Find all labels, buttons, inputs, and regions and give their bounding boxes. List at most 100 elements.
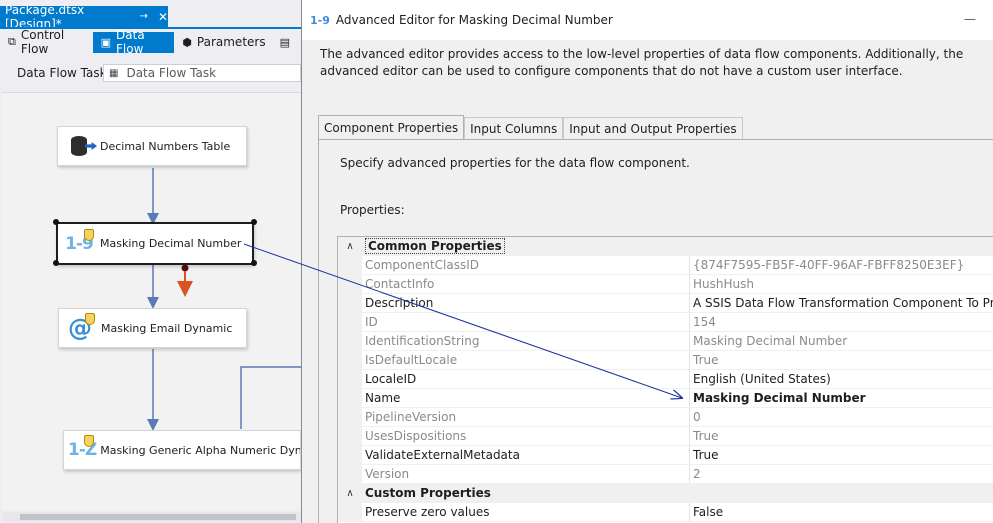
properties-label: Properties: — [340, 203, 405, 217]
row-gutter — [338, 503, 362, 522]
dialog-title: Advanced Editor for Masking Decimal Numb… — [335, 13, 613, 27]
property-name: ValidateExternalMetadata — [362, 446, 690, 465]
property-value[interactable]: {874F7595-FB5F-40FF-96AF-FBFF8250E3EF} — [690, 256, 993, 275]
category-custom-properties[interactable]: ∧ Custom Properties — [338, 484, 993, 503]
node-decimal-numbers-table[interactable]: Decimal Numbers Table — [57, 126, 247, 166]
database-source-icon — [62, 131, 96, 161]
tab-component-properties[interactable]: Component Properties — [318, 115, 465, 139]
tab-input-columns[interactable]: Input Columns — [464, 117, 564, 139]
data-flow-task-label: Data Flow Task: — [17, 66, 111, 80]
node-label: Masking Email Dynamic — [101, 321, 233, 335]
property-name: PipelineVersion — [362, 408, 690, 427]
category-label: Custom Properties — [362, 484, 690, 503]
resize-handle-br[interactable] — [251, 260, 257, 266]
path-alpha-branch — [240, 366, 301, 429]
property-row[interactable]: Name Masking Decimal Number — [338, 389, 993, 408]
row-gutter — [338, 446, 362, 465]
designer-tabs: ⧉ Control Flow ▣ Data Flow ⬢ Parameters … — [0, 28, 301, 56]
row-gutter — [338, 294, 362, 313]
property-value[interactable]: Masking Decimal Number — [690, 389, 993, 408]
data-flow-task-row: Data Flow Task: ▦ Data Flow Task — [0, 58, 301, 88]
property-value[interactable]: English (United States) — [690, 370, 993, 389]
node-masking-email-dynamic[interactable]: @ Masking Email Dynamic — [58, 308, 247, 348]
category-common-properties[interactable]: ∧ Common Properties — [338, 237, 993, 256]
property-row[interactable]: ComponentClassID {874F7595-FB5F-40FF-96AF… — [338, 256, 993, 275]
tab-data-flow[interactable]: ▣ Data Flow — [92, 28, 175, 56]
document-tab[interactable]: Package.dtsx [Design]* → ✕ — [0, 3, 168, 31]
component-properties-panel: Specify advanced properties for the data… — [318, 139, 993, 523]
resize-handle-bl[interactable] — [53, 260, 59, 266]
property-value[interactable]: False — [690, 503, 993, 522]
tab-label: Parameters — [196, 35, 266, 49]
data-flow-canvas[interactable]: Decimal Numbers Table 1-9 Masking Decima… — [2, 92, 301, 510]
property-name: Version — [362, 465, 690, 484]
property-name: LocaleID — [362, 370, 690, 389]
resize-handle-tr[interactable] — [251, 219, 257, 225]
parameters-icon: ⬢ — [182, 35, 192, 49]
property-row[interactable]: Version 2 — [338, 465, 993, 484]
property-grid: ∧ Common Properties ComponentClassID {874… — [337, 236, 993, 523]
editor-tabs: Component Properties Input Columns Input… — [318, 115, 743, 139]
advanced-editor-dialog: 1-9 Advanced Editor for Masking Decimal … — [301, 0, 993, 523]
property-row[interactable]: PipelineVersion 0 — [338, 408, 993, 427]
row-gutter — [338, 370, 362, 389]
resize-handle-tl[interactable] — [53, 219, 59, 225]
property-row[interactable]: LocaleID English (United States) — [338, 370, 993, 389]
node-label: Masking Generic Alpha Numeric Dynamic — [100, 443, 301, 457]
property-name: UsesDispositions — [362, 427, 690, 446]
tab-parameters[interactable]: ⬢ Parameters — [174, 32, 271, 53]
property-name: ComponentClassID — [362, 256, 690, 275]
node-masking-generic-alpha-numeric[interactable]: 1-Z Masking Generic Alpha Numeric Dynami… — [63, 430, 301, 470]
control-flow-icon: ⧉ — [8, 35, 16, 48]
node-masking-decimal-number[interactable]: 1-9 Masking Decimal Number — [56, 222, 254, 265]
minimize-button[interactable]: — — [964, 12, 976, 26]
row-gutter — [338, 275, 362, 294]
property-row[interactable]: IsDefaultLocale True — [338, 351, 993, 370]
task-icon: ▦ — [109, 67, 119, 79]
property-value[interactable]: 2 — [690, 465, 993, 484]
property-name: Name — [362, 389, 690, 408]
property-row[interactable]: IdentificationString Masking Decimal Numb… — [338, 332, 993, 351]
scrollbar-thumb[interactable] — [20, 514, 296, 520]
shield-icon — [85, 313, 95, 325]
property-value[interactable]: 154 — [690, 313, 993, 332]
row-gutter — [338, 351, 362, 370]
property-value[interactable]: True — [690, 427, 993, 446]
row-gutter — [338, 408, 362, 427]
data-flow-task-value: Data Flow Task — [126, 66, 217, 80]
collapse-icon[interactable]: ∧ — [338, 237, 362, 256]
property-row[interactable]: ContactInfo HushHush — [338, 275, 993, 294]
property-name: IsDefaultLocale — [362, 351, 690, 370]
property-value[interactable]: True — [690, 351, 993, 370]
pin-icon[interactable]: → — [140, 11, 148, 22]
property-value[interactable]: True — [690, 446, 993, 465]
property-row[interactable]: Preserve zero values False — [338, 503, 993, 522]
data-flow-task-select[interactable]: ▦ Data Flow Task — [103, 64, 301, 82]
property-value[interactable]: Masking Decimal Number — [690, 332, 993, 351]
node-label: Decimal Numbers Table — [100, 139, 231, 153]
row-gutter — [338, 427, 362, 446]
collapse-icon[interactable]: ∧ — [338, 484, 362, 503]
tab-control-flow[interactable]: ⧉ Control Flow — [0, 28, 93, 56]
number-mask-icon: 1-9 — [62, 228, 96, 259]
horizontal-scrollbar[interactable] — [2, 512, 301, 522]
row-gutter — [338, 465, 362, 484]
tab-label: Control Flow — [20, 28, 65, 56]
property-row[interactable]: ValidateExternalMetadata True — [338, 446, 993, 465]
property-name: ID — [362, 313, 690, 332]
property-row[interactable]: ID 154 — [338, 313, 993, 332]
property-name: IdentificationString — [362, 332, 690, 351]
property-value[interactable]: A SSIS Data Flow Transformation Componen… — [690, 294, 993, 313]
property-row[interactable]: UsesDispositions True — [338, 427, 993, 446]
close-icon[interactable]: ✕ — [158, 10, 168, 24]
property-value[interactable]: 0 — [690, 408, 993, 427]
property-row[interactable]: Description A SSIS Data Flow Transformati… — [338, 294, 993, 313]
alpha-mask-icon: 1-Z — [68, 435, 97, 465]
tab-event-handlers[interactable]: ▤ — [272, 32, 301, 53]
tab-input-output-properties[interactable]: Input and Output Properties — [563, 117, 743, 139]
property-value[interactable]: HushHush — [690, 275, 993, 294]
category-label: Common Properties — [365, 238, 505, 254]
email-mask-icon: @ — [63, 313, 97, 343]
tab-label: Data Flow — [116, 28, 145, 56]
property-name: Preserve zero values — [362, 503, 690, 522]
